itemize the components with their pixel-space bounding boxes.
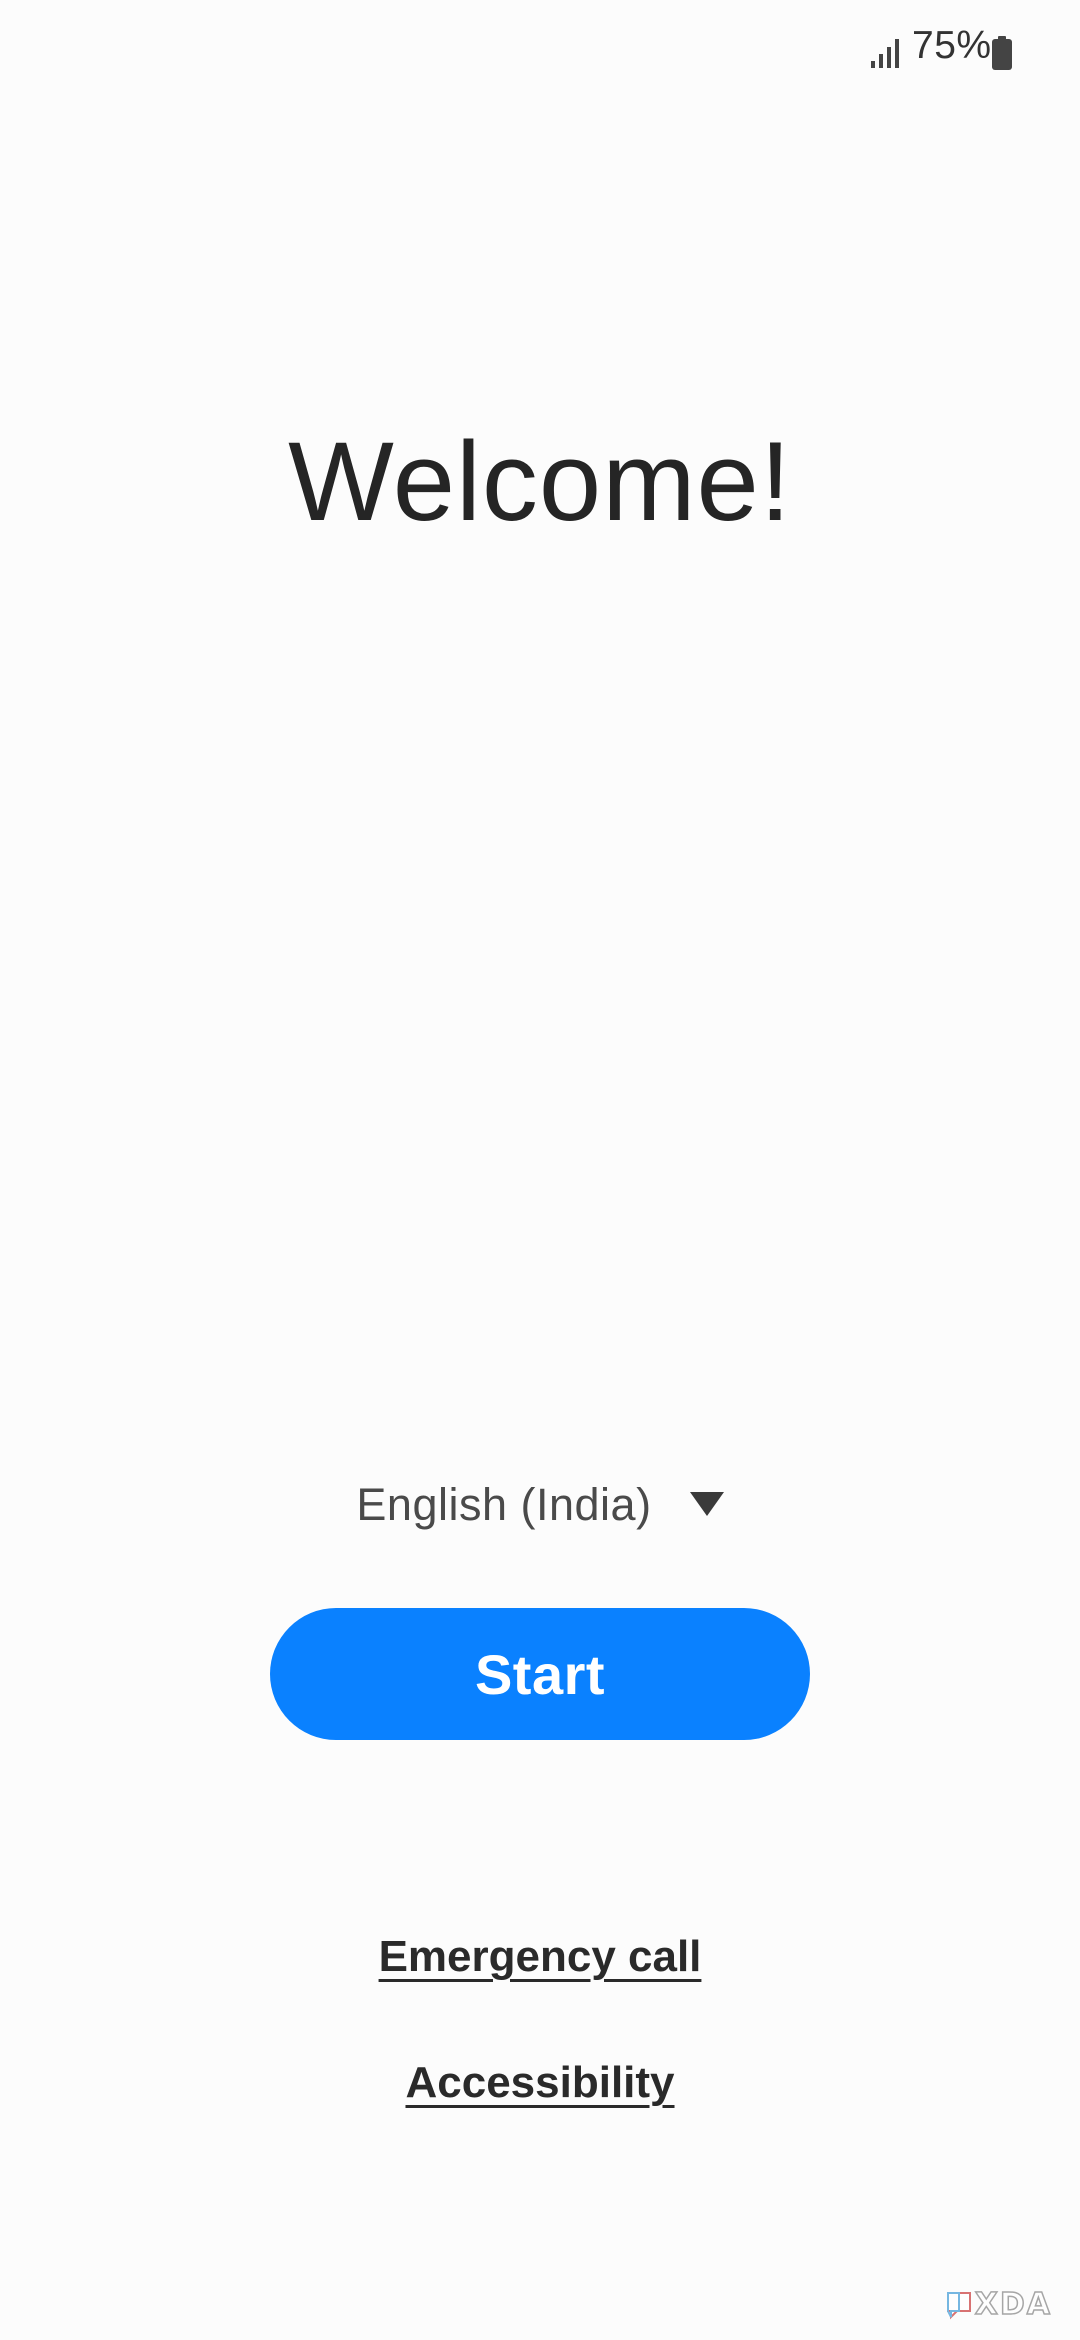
battery-percentage: 75% — [912, 24, 992, 67]
language-selected-label: English (India) — [356, 1479, 652, 1530]
dropdown-triangle-icon — [689, 1492, 724, 1516]
language-selector[interactable]: English (India) — [0, 1470, 1080, 1540]
signal-icon — [871, 39, 899, 68]
battery-icon — [992, 36, 1012, 70]
status-bar: 75% — [0, 0, 1080, 110]
xda-watermark-text: XDA — [974, 2286, 1052, 2323]
start-button[interactable]: Start — [270, 1608, 810, 1740]
emergency-call-link[interactable]: Emergency call — [0, 1932, 1080, 1982]
accessibility-label: Accessibility — [405, 2058, 675, 2107]
xda-watermark: XDA — [945, 2286, 1052, 2323]
emergency-call-label: Emergency call — [378, 1932, 702, 1981]
xda-logo-icon — [946, 2291, 971, 2319]
welcome-title: Welcome! — [288, 419, 792, 544]
accessibility-link[interactable]: Accessibility — [0, 2058, 1080, 2108]
